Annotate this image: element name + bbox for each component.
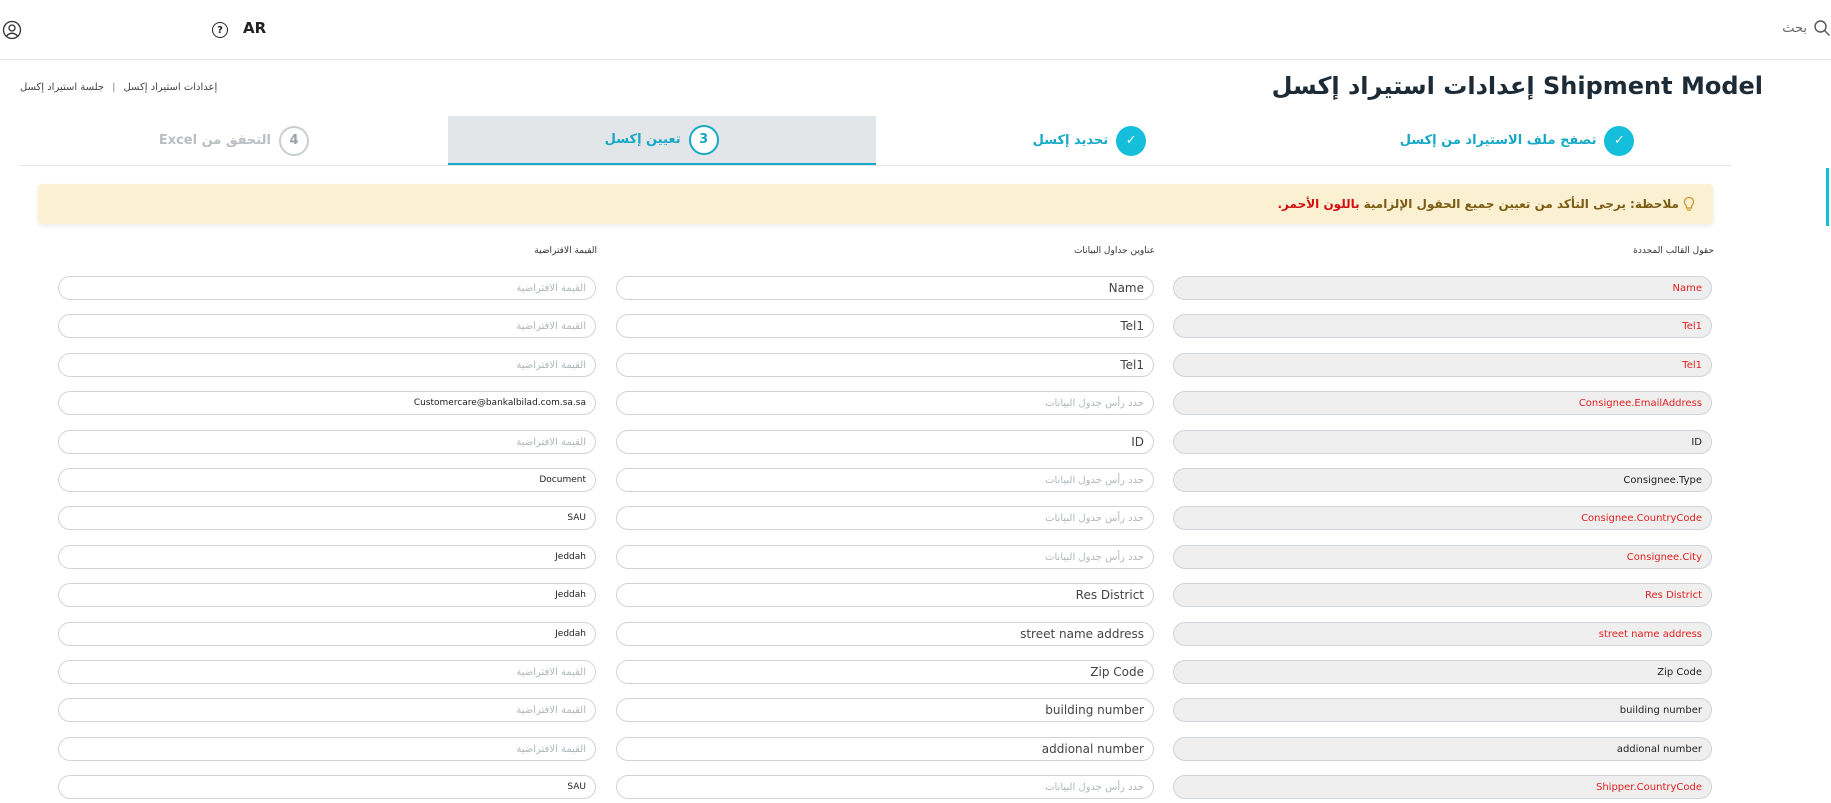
spreadsheet-header-select[interactable]: Zip Code (616, 660, 1154, 684)
template-field: street name address (1173, 622, 1712, 646)
breadcrumb-separator: | (112, 82, 116, 93)
default-value-input[interactable]: القيمة الافتراضية (58, 314, 596, 338)
template-field: Tel1 (1173, 353, 1712, 377)
step-browse[interactable]: ✓ تصفح ملف الاستيراد من إكسل (1303, 116, 1731, 165)
template-field: Tel1 (1173, 314, 1712, 338)
default-value-input[interactable]: Jeddah (58, 583, 596, 607)
user-circle-icon[interactable] (2, 20, 22, 40)
default-value-input[interactable]: القيمة الافتراضية (58, 698, 596, 722)
column-header-default: القيمة الافتراضية (534, 246, 597, 256)
breadcrumb-item-settings[interactable]: إعدادات استيراد إكسل (123, 82, 217, 93)
note-red-text: باللون الأحمر. (1277, 197, 1360, 211)
default-value-input[interactable]: SAU (58, 506, 596, 530)
template-field: Consignee.EmailAddress (1173, 391, 1712, 415)
template-field: Res District (1173, 583, 1712, 607)
import-stepper: ✓ تصفح ملف الاستيراد من إكسل ✓ تحديد إكس… (20, 116, 1731, 166)
check-icon: ✓ (1604, 125, 1635, 156)
step-label: التحقق من Excel (158, 133, 271, 148)
spreadsheet-header-select[interactable]: street name address (616, 622, 1154, 646)
default-value-input[interactable]: Customercare@bankalbilad.com.sa.sa (58, 391, 596, 415)
step-select[interactable]: ✓ تحديد إكسل (876, 116, 1304, 165)
step-label: تحديد إكسل (1032, 133, 1109, 148)
template-field: Zip Code (1173, 660, 1712, 684)
spreadsheet-header-select[interactable]: Name (616, 276, 1154, 300)
mandatory-fields-note: ملاحظة: يرجى التأكد من تعيين جميع الحقول… (38, 184, 1713, 224)
step-map[interactable]: 3 تعيين إكسل (447, 116, 876, 165)
step-number: 4 (278, 125, 309, 156)
template-field: Name (1173, 276, 1712, 300)
spreadsheet-header-select[interactable]: حدد رأس جدول البيانات (616, 468, 1154, 492)
lightbulb-icon (1681, 196, 1697, 212)
template-field: Consignee.Type (1173, 468, 1712, 492)
column-header-template: حقول القالب المحددة (1633, 246, 1714, 256)
column-header-spreadsheet: عناوين جداول البيانات (1073, 246, 1155, 256)
search-area[interactable]: بحث (1782, 18, 1831, 38)
spreadsheet-header-select[interactable]: ID (616, 430, 1154, 454)
default-value-input[interactable]: القيمة الافتراضية (58, 430, 596, 454)
check-icon: ✓ (1116, 125, 1147, 156)
template-field: Consignee.CountryCode (1173, 506, 1712, 530)
default-value-input[interactable]: القيمة الافتراضية (58, 276, 596, 300)
step-label: تعيين إكسل (604, 132, 681, 147)
default-value-input[interactable]: Document (58, 468, 596, 492)
spreadsheet-header-select[interactable]: Tel1 (616, 314, 1154, 338)
breadcrumb-item-session[interactable]: جلسة استيراد إكسل (20, 82, 104, 93)
language-switch[interactable]: AR (243, 19, 266, 37)
search-label[interactable]: بحث (1782, 21, 1807, 36)
spreadsheet-header-select[interactable]: Res District (616, 583, 1154, 607)
default-value-input[interactable]: Jeddah (58, 545, 596, 569)
spreadsheet-header-select[interactable]: حدد رأس جدول البيانات (616, 775, 1154, 799)
scroll-indicator[interactable] (1826, 168, 1829, 226)
spreadsheet-header-select[interactable]: حدد رأس جدول البيانات (616, 506, 1154, 530)
spreadsheet-header-select[interactable]: Tel1 (616, 353, 1154, 377)
step-label: تصفح ملف الاستيراد من إكسل (1399, 133, 1597, 148)
step-number: 3 (688, 124, 719, 155)
default-value-input[interactable]: القيمة الافتراضية (58, 660, 596, 684)
template-field: ID (1173, 430, 1712, 454)
spreadsheet-header-select[interactable]: حدد رأس جدول البيانات (616, 391, 1154, 415)
default-value-input[interactable]: Jeddah (58, 622, 596, 646)
default-value-input[interactable]: SAU (58, 775, 596, 799)
search-icon[interactable] (1813, 19, 1831, 37)
page-title: Shipment Model إعدادات استيراد إكسل (1271, 72, 1763, 100)
template-field: Consignee.City (1173, 545, 1712, 569)
default-value-input[interactable]: القيمة الافتراضية (58, 353, 596, 377)
spreadsheet-header-select[interactable]: addional number (616, 737, 1154, 761)
breadcrumb: إعدادات استيراد إكسل | جلسة استيراد إكسل (20, 82, 217, 93)
spreadsheet-header-select[interactable]: حدد رأس جدول البيانات (616, 545, 1154, 569)
note-text: ملاحظة: يرجى التأكد من تعيين جميع الحقول… (1363, 197, 1679, 211)
template-field: building number (1173, 698, 1712, 722)
template-field: addional number (1173, 737, 1712, 761)
default-value-input[interactable]: القيمة الافتراضية (58, 737, 596, 761)
help-circle-icon[interactable]: ? (212, 22, 228, 38)
top-bar: ? AR بحث (0, 0, 1831, 60)
template-field: Shipper.CountryCode (1173, 775, 1712, 799)
step-verify[interactable]: 4 التحقق من Excel (20, 116, 448, 165)
spreadsheet-header-select[interactable]: building number (616, 698, 1154, 722)
